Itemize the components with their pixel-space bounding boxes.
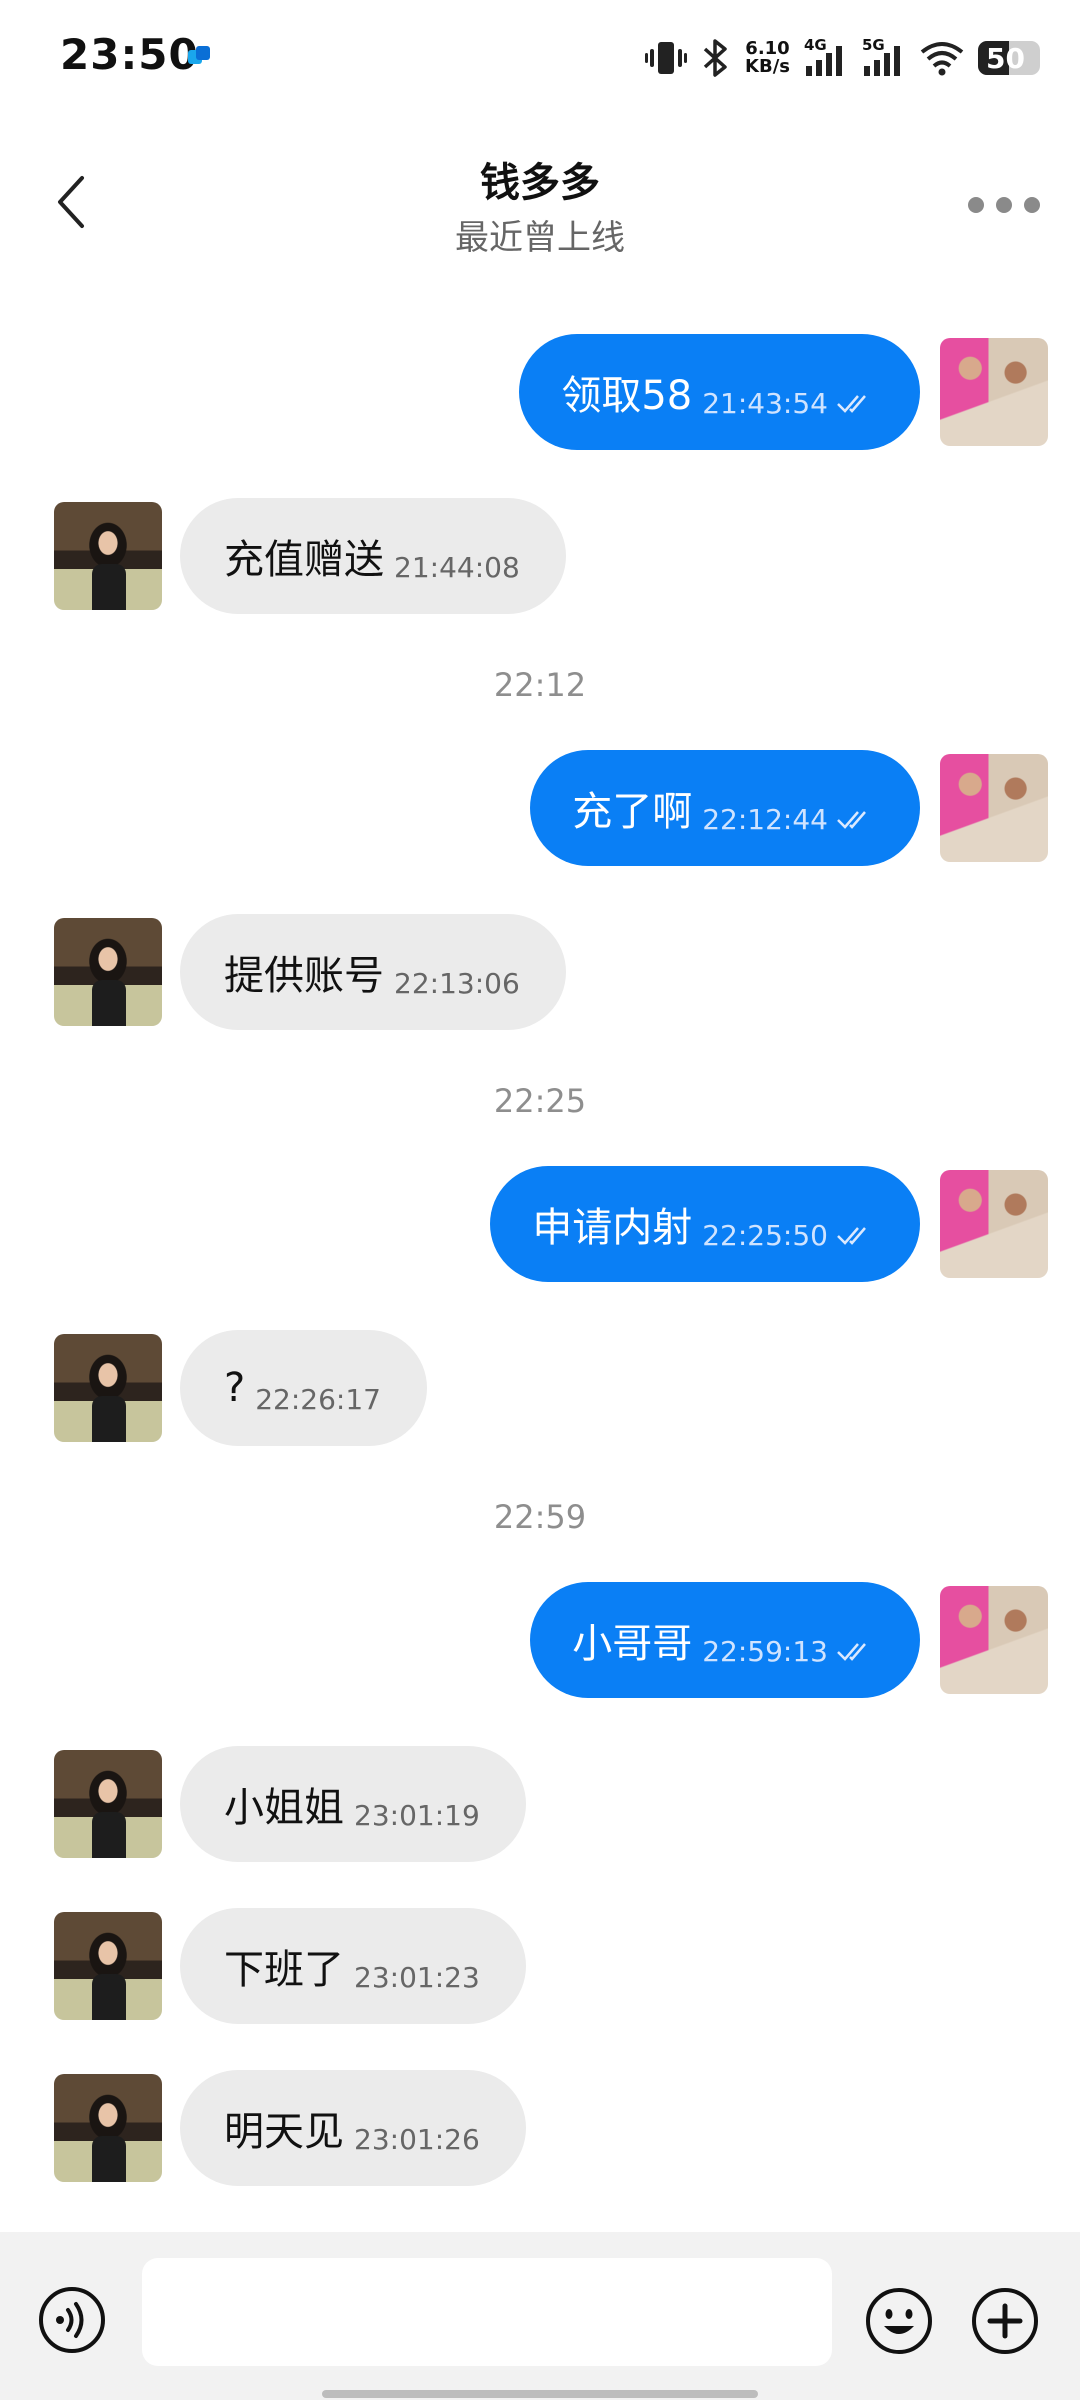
message-time: 22:26:17 — [255, 1382, 381, 1416]
message-bubble-incoming[interactable]: ? 22:26:17 — [180, 1330, 427, 1446]
message-row-incoming: 提供账号 22:13:06 — [0, 914, 1080, 1034]
read-receipt-icon — [837, 811, 866, 829]
message-time: 22:59:13 — [702, 1634, 828, 1668]
message-bubble-incoming[interactable]: 提供账号 22:13:06 — [180, 914, 566, 1030]
message-list[interactable]: 领取58 21:43:54 充值赠送 21:44:08 22:12 充了啊 22… — [0, 282, 1080, 2232]
message-time: 23:01:23 — [354, 1960, 480, 1994]
composer-bar — [0, 2232, 1080, 2400]
read-receipt-icon — [837, 395, 866, 413]
message-row-incoming: 下班了 23:01:23 — [0, 1908, 1080, 2028]
message-row-outgoing: 领取58 21:43:54 — [0, 334, 1080, 454]
contact-avatar[interactable] — [54, 2074, 162, 2182]
more-dot-icon — [968, 197, 984, 213]
message-bubble-incoming[interactable]: 明天见 23:01:26 — [180, 2070, 526, 2186]
home-indicator[interactable] — [322, 2390, 758, 2398]
contact-status: 最近曾上线 — [455, 218, 625, 258]
message-bubble-outgoing[interactable]: 领取58 21:43:54 — [519, 334, 920, 450]
voice-input-icon[interactable] — [38, 2286, 106, 2354]
message-row-incoming: 明天见 23:01:26 — [0, 2070, 1080, 2190]
status-time: 23:50 — [60, 30, 199, 79]
message-row-incoming: 小姐姐 23:01:19 — [0, 1746, 1080, 1866]
more-options-button[interactable] — [968, 190, 1040, 220]
net-speed: 6.10 KB/s — [745, 40, 790, 76]
message-time: 23:01:19 — [354, 1798, 480, 1832]
time-separator: 22:12 — [493, 666, 587, 704]
my-avatar[interactable] — [940, 754, 1048, 862]
message-text: 充值赠送 — [224, 537, 384, 583]
message-row-incoming: 充值赠送 21:44:08 — [0, 498, 1080, 618]
message-row-outgoing: 充了啊 22:12:44 — [0, 750, 1080, 870]
message-text: 领取58 — [561, 373, 693, 419]
message-time: 21:43:54 — [702, 386, 828, 420]
wifi-icon — [920, 42, 964, 76]
message-time: 23:01:26 — [354, 2122, 480, 2156]
app-notification-icon — [188, 46, 210, 64]
message-text: 下班了 — [224, 1947, 344, 1993]
message-time: 21:44:08 — [394, 550, 520, 584]
my-avatar[interactable] — [940, 1170, 1048, 1278]
signal-4g: 4G — [804, 36, 848, 78]
net-speed-unit: KB/s — [745, 56, 790, 77]
status-bar: 23:50 6.10 KB/s 4G 5G 50 — [0, 0, 1080, 112]
contact-avatar[interactable] — [54, 1334, 162, 1442]
emoji-icon[interactable] — [864, 2286, 934, 2356]
contact-avatar[interactable] — [54, 1750, 162, 1858]
contact-avatar[interactable] — [54, 502, 162, 610]
message-bubble-incoming[interactable]: 下班了 23:01:23 — [180, 1908, 526, 2024]
message-row-outgoing: 小哥哥 22:59:13 — [0, 1582, 1080, 1702]
read-receipt-icon — [837, 1227, 866, 1245]
signal-icon — [864, 46, 900, 76]
message-time: 22:25:50 — [702, 1218, 828, 1252]
message-bubble-incoming[interactable]: 小姐姐 23:01:19 — [180, 1746, 526, 1862]
message-text: 申请内射 — [532, 1205, 693, 1251]
message-bubble-incoming[interactable]: 充值赠送 21:44:08 — [180, 498, 566, 614]
status-icons: 6.10 KB/s 4G 5G 50 — [645, 32, 1040, 84]
message-bubble-outgoing[interactable]: 小哥哥 22:59:13 — [530, 1582, 920, 1698]
time-separator: 22:59 — [493, 1498, 587, 1536]
signal-5g: 5G — [862, 36, 906, 78]
battery-icon: 50 — [978, 41, 1040, 75]
message-time: 22:13:06 — [394, 966, 520, 1000]
message-bubble-outgoing[interactable]: 充了啊 22:12:44 — [530, 750, 920, 866]
signal-icon — [806, 46, 842, 76]
message-text: 充了啊 — [572, 789, 693, 835]
message-text: 小姐姐 — [224, 1785, 344, 1831]
message-input[interactable] — [142, 2258, 832, 2366]
message-text: 小哥哥 — [572, 1621, 693, 1667]
bluetooth-icon — [703, 39, 727, 77]
message-time: 22:12:44 — [702, 802, 828, 836]
message-bubble-outgoing[interactable]: 申请内射 22:25:50 — [490, 1166, 920, 1282]
message-text: 提供账号 — [224, 953, 384, 999]
message-text: ? — [224, 1365, 246, 1411]
more-dot-icon — [996, 197, 1012, 213]
my-avatar[interactable] — [940, 338, 1048, 446]
message-row-incoming: ? 22:26:17 — [0, 1330, 1080, 1450]
vibrate-icon — [645, 42, 688, 74]
time-separator: 22:25 — [493, 1082, 587, 1120]
read-receipt-icon — [837, 1643, 866, 1661]
battery-level: 50 — [986, 42, 1025, 75]
message-text: 明天见 — [224, 2109, 344, 2155]
message-row-outgoing: 申请内射 22:25:50 — [0, 1166, 1080, 1286]
my-avatar[interactable] — [940, 1586, 1048, 1694]
contact-avatar[interactable] — [54, 1912, 162, 2020]
contact-name: 钱多多 — [480, 160, 600, 206]
more-dot-icon — [1024, 197, 1040, 213]
contact-avatar[interactable] — [54, 918, 162, 1026]
add-attachment-icon[interactable] — [970, 2286, 1040, 2356]
chat-header: 钱多多 最近曾上线 — [0, 112, 1080, 282]
